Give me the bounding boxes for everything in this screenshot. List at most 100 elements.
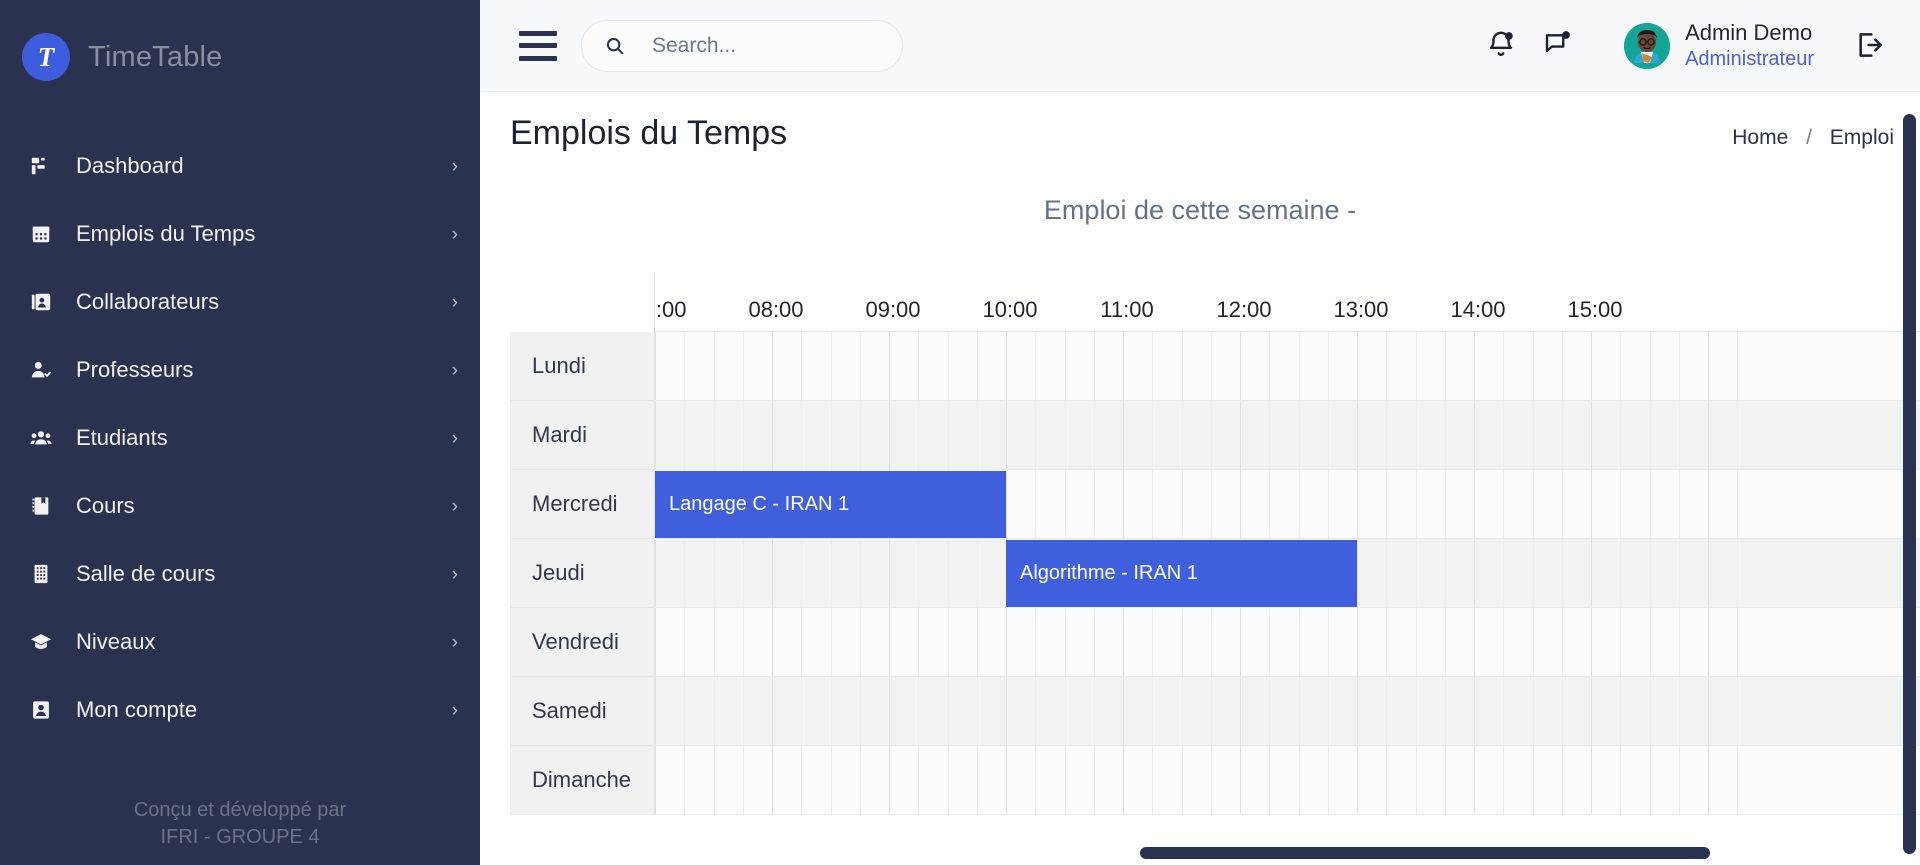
timetable-gridline (772, 677, 773, 745)
timetable-gridline (1678, 332, 1680, 400)
timetable-gridline (713, 746, 715, 814)
timetable-gridline (1591, 539, 1592, 607)
chat-icon[interactable] (1542, 29, 1576, 63)
timetable-gridline (1035, 401, 1037, 469)
timetable-gridline (1064, 332, 1066, 400)
timetable-row[interactable]: Langage C - IRAN 1 (655, 470, 1920, 539)
sidebar-item-collaborateurs[interactable]: Collaborateurs › (0, 268, 480, 336)
timetable-gridline (1561, 608, 1563, 676)
timetable-gridline (1123, 470, 1124, 538)
timetable-gridline (830, 539, 832, 607)
timetable-row[interactable]: Algorithme - IRAN 1 (655, 539, 1920, 608)
timetable-gridline (801, 677, 803, 745)
timetable-gridline (1093, 677, 1095, 745)
timetable-gridline (772, 401, 773, 469)
sidebar-item-mon-compte[interactable]: Mon compte › (0, 676, 480, 744)
breadcrumb: Home / Emploi (1732, 126, 1894, 150)
building-icon (28, 561, 54, 587)
timetable-row[interactable] (655, 677, 1920, 746)
logout-icon[interactable] (1854, 29, 1888, 63)
search-input[interactable] (652, 33, 872, 58)
timetable-gridline (918, 332, 920, 400)
timetable-gridline (1532, 677, 1534, 745)
timetable-gridline (1093, 332, 1095, 400)
timetable-gridline (772, 539, 773, 607)
timetable-gridline (859, 608, 861, 676)
timetable-gridline (1006, 608, 1007, 676)
timetable-gridline (859, 746, 861, 814)
chevron-right-icon: › (451, 291, 458, 313)
sidebar-footer-line2: IFRI - GROUPE 4 (160, 826, 320, 848)
timetable-gridline (742, 746, 744, 814)
timetable-gridline (1181, 608, 1183, 676)
timetable-row[interactable] (655, 332, 1920, 401)
chevron-right-icon: › (451, 359, 458, 381)
timetable-gridline (1327, 401, 1329, 469)
search-box[interactable] (581, 19, 903, 72)
sidebar-item-emplois-du-temps[interactable]: Emplois du Temps › (0, 200, 480, 268)
timetable-gridline (801, 332, 803, 400)
timetable-gridline (1269, 746, 1271, 814)
timetable-gridline (1737, 401, 1739, 469)
timetable-gridline (1561, 539, 1563, 607)
timetable-gridline (1708, 677, 1709, 745)
timetable-gridline (859, 539, 861, 607)
timetable-gridline (1357, 608, 1358, 676)
timetable-gridline (1415, 677, 1417, 745)
timetable-gridline (742, 608, 744, 676)
vertical-scrollbar[interactable] (1903, 96, 1916, 854)
bell-icon[interactable] (1486, 29, 1520, 63)
hamburger-icon[interactable] (519, 30, 557, 61)
sidebar-item-cours[interactable]: Cours › (0, 472, 480, 540)
sidebar-item-dashboard[interactable]: Dashboard › (0, 132, 480, 200)
timetable-gridline (1064, 746, 1066, 814)
breadcrumb-home[interactable]: Home (1732, 126, 1788, 149)
timetable-gridline (742, 677, 744, 745)
timetable-gridline (1503, 539, 1505, 607)
timetable-gridline (801, 608, 803, 676)
timetable-gridline (1737, 746, 1739, 814)
timetable-gridline (1503, 332, 1505, 400)
timetable-gridline (889, 332, 890, 400)
timetable-row[interactable] (655, 746, 1920, 815)
sidebar-item-label: Cours (76, 493, 135, 518)
user-menu[interactable]: Admin Demo Administrateur (1624, 20, 1814, 71)
sidebar-item-etudiants[interactable]: Etudiants › (0, 404, 480, 472)
timetable-event[interactable]: Langage C - IRAN 1 (655, 471, 1006, 538)
timetable-gridline (801, 401, 803, 469)
timetable-day-label: Mercredi (510, 470, 655, 539)
sidebar-item-professeurs[interactable]: Professeurs › (0, 336, 480, 404)
brand[interactable]: T TimeTable (0, 0, 480, 92)
horizontal-scrollbar-thumb[interactable] (1140, 847, 1711, 859)
timetable-gridline (1503, 470, 1505, 538)
horizontal-scrollbar[interactable] (1140, 847, 1862, 859)
timetable-gridline (1357, 470, 1358, 538)
timetable-event[interactable]: Algorithme - IRAN 1 (1006, 540, 1357, 607)
timetable-gridline (684, 677, 686, 745)
timetable-gridline (918, 608, 920, 676)
timetable-gridline (1415, 608, 1417, 676)
sidebar-item-niveaux[interactable]: Niveaux › (0, 608, 480, 676)
timetable-gridline (1561, 332, 1563, 400)
timetable-gridline (1474, 401, 1475, 469)
timetable-gridline (1210, 401, 1212, 469)
timetable-gridline (1561, 677, 1563, 745)
chevron-right-icon: › (451, 223, 458, 245)
timetable-row[interactable] (655, 608, 1920, 677)
timetable-gridline (1035, 746, 1037, 814)
timetable-gridline (1474, 332, 1475, 400)
contacts-icon (28, 289, 54, 315)
timetable-gridline (1181, 332, 1183, 400)
timetable-gridline (1620, 608, 1622, 676)
timetable-gridline (1210, 746, 1212, 814)
timetable-gridline (918, 401, 920, 469)
timetable-gridline (830, 332, 832, 400)
user-text: Admin Demo Administrateur (1685, 20, 1814, 71)
timetable-gridline (918, 746, 920, 814)
vertical-scrollbar-thumb[interactable] (1903, 114, 1916, 854)
timetable-gridline (1152, 746, 1154, 814)
timetable-gridline (830, 746, 832, 814)
timetable-row[interactable] (655, 401, 1920, 470)
people-icon (28, 425, 54, 451)
sidebar-item-salle-de-cours[interactable]: Salle de cours › (0, 540, 480, 608)
